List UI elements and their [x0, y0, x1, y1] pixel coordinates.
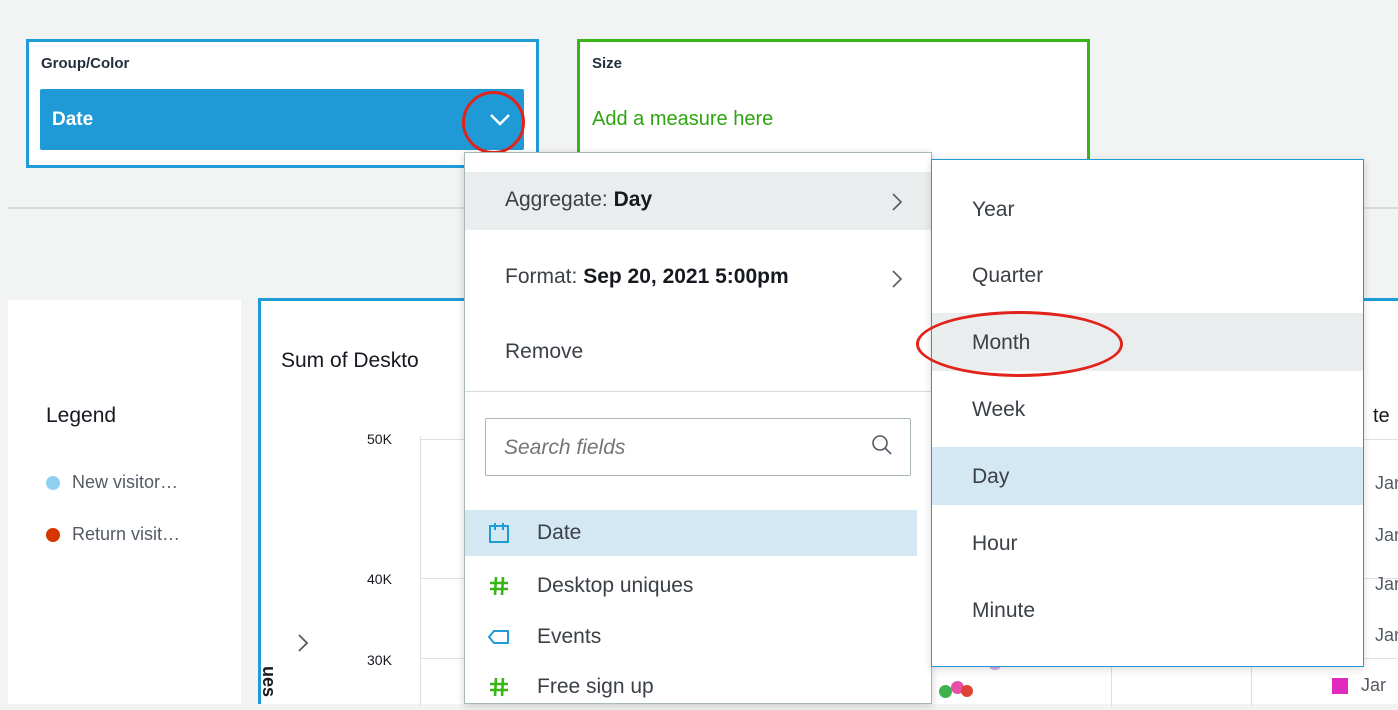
- field-options-menu: Aggregate: Day Format: Sep 20, 2021 5:00…: [464, 152, 932, 704]
- hash-icon: [490, 677, 508, 697]
- right-legend-label: Jar: [1375, 574, 1398, 594]
- option-label: Minute: [972, 599, 1036, 622]
- right-legend-label: Jar: [1375, 473, 1398, 493]
- right-legend-label: Jar: [1375, 625, 1398, 645]
- chevron-right-icon: [892, 270, 903, 288]
- field-item-desktop-uniques[interactable]: Desktop uniques: [465, 563, 917, 609]
- aggregate-option-quarter[interactable]: Quarter: [932, 246, 1363, 304]
- field-name: Free sign up: [537, 675, 654, 698]
- y-tick-label: 40K: [367, 571, 392, 587]
- field-name: Desktop uniques: [537, 574, 694, 597]
- aggregate-option-week[interactable]: Week: [932, 380, 1363, 438]
- hash-icon: [490, 576, 508, 596]
- calendar-icon: [489, 523, 509, 543]
- y-tick-label: 30K: [367, 652, 392, 668]
- search-fields-box[interactable]: [485, 418, 911, 476]
- size-well[interactable]: Size Add a measure here: [577, 39, 1090, 168]
- right-legend-label: Jar: [1361, 675, 1387, 695]
- menu-item-label: Format: Sep 20, 2021 5:00pm: [505, 265, 789, 288]
- chart-gridline: [420, 436, 421, 707]
- menu-item-remove[interactable]: Remove: [465, 324, 931, 382]
- y-axis-label: ues: [259, 666, 279, 698]
- chevron-right-icon[interactable]: [295, 631, 311, 655]
- option-label: Day: [972, 465, 1010, 488]
- scatter-point[interactable]: [961, 685, 973, 697]
- legend-dot: [46, 475, 60, 490]
- chart-title: Sum of Deskto: [281, 349, 419, 372]
- legend-swatch: [1332, 678, 1348, 694]
- option-label: Hour: [972, 532, 1018, 555]
- date-field-label: Date: [52, 109, 94, 130]
- legend-item-label: New visitor…: [72, 472, 179, 492]
- menu-item-label: Remove: [505, 340, 584, 363]
- right-column-title: te: [1373, 405, 1390, 427]
- search-input[interactable]: [502, 433, 846, 463]
- aggregate-option-minute[interactable]: Minute: [932, 581, 1363, 639]
- menu-item-format[interactable]: Format: Sep 20, 2021 5:00pm: [465, 249, 931, 307]
- menu-item-aggregate[interactable]: Aggregate: Day: [465, 172, 931, 230]
- add-measure-placeholder[interactable]: Add a measure here: [592, 108, 773, 131]
- menu-divider: [465, 391, 931, 392]
- search-icon[interactable]: [870, 433, 894, 457]
- group-color-well-title: Group/Color: [41, 55, 130, 72]
- annotation-circle-month: [916, 311, 1123, 377]
- chevron-right-icon: [892, 193, 903, 211]
- chart-gridline: [1111, 661, 1112, 707]
- aggregate-submenu: Year Quarter Month Week Day Hour Minute: [931, 159, 1364, 667]
- option-label: Year: [972, 198, 1015, 221]
- field-item-events[interactable]: Events: [465, 614, 917, 660]
- chart-gridline: [1251, 661, 1252, 707]
- group-color-well[interactable]: Group/Color Date: [26, 39, 539, 168]
- legend-dot: [46, 527, 60, 542]
- option-label: Week: [972, 398, 1026, 421]
- legend-panel: Legend New visitor… Return visit…: [8, 300, 241, 704]
- date-field-pill[interactable]: Date: [40, 89, 524, 150]
- menu-item-label: Aggregate: Day: [505, 188, 653, 211]
- legend-title: Legend: [46, 404, 117, 427]
- tag-icon: [487, 630, 509, 644]
- legend-item[interactable]: Return visit…: [46, 524, 180, 545]
- aggregate-option-year[interactable]: Year: [932, 180, 1363, 238]
- right-legend-label: Jar: [1375, 525, 1398, 545]
- size-well-title: Size: [592, 55, 623, 72]
- legend-item[interactable]: New visitor…: [46, 472, 178, 493]
- field-name: Date: [537, 521, 582, 544]
- legend-item-label: Return visit…: [72, 524, 181, 544]
- annotation-circle-dropdown: [462, 91, 525, 154]
- field-item-free-sign-up[interactable]: Free sign up: [465, 664, 917, 710]
- aggregate-option-day[interactable]: Day: [932, 447, 1363, 505]
- field-item-date[interactable]: Date: [465, 510, 917, 556]
- aggregate-option-hour[interactable]: Hour: [932, 514, 1363, 572]
- y-tick-label: 50K: [367, 431, 392, 447]
- option-label: Quarter: [972, 264, 1044, 287]
- field-name: Events: [537, 625, 602, 648]
